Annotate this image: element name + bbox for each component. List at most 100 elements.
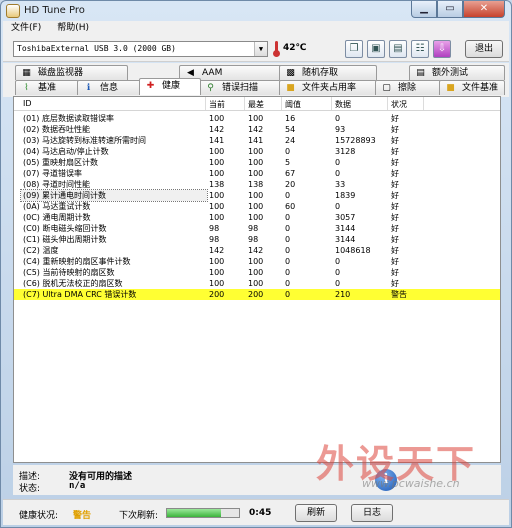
menu-file[interactable]: 文件(F)	[11, 21, 41, 36]
refresh-button[interactable]: 刷新	[295, 504, 337, 522]
cell-data: 3057	[335, 213, 356, 222]
options-icon[interactable]: ☷	[411, 40, 429, 58]
col-status-header[interactable]: 状况	[391, 99, 407, 110]
cell-current: 100	[209, 202, 225, 211]
cell-status: 好	[391, 180, 399, 189]
table-row[interactable]: (C1) 磁头伸出周期计数 98 98 0 3144 好	[14, 234, 500, 245]
tab-health[interactable]: ✚ 健康	[139, 78, 201, 95]
cell-data: 210	[335, 290, 351, 299]
status-label: 状态:	[19, 484, 41, 494]
table-row[interactable]: (05) 重映射扇区计数 100 100 5 0 好	[14, 157, 500, 168]
tab-strip: ▦ 磁盘监视器 ◀ AAM ▩ 随机存取 ▤ 额外测试 ⌇ 基准 ℹ 信息 ✚ 健康 ⚲ 错误扫…	[3, 63, 509, 97]
table-row[interactable]: (08) 寻道时间性能 138 138 20 33 好	[14, 179, 500, 190]
table-row[interactable]: (04) 马达启动/停止计数 100 100 0 3128 好	[14, 146, 500, 157]
maximize-button[interactable]: ▭	[437, 1, 463, 18]
tab-label: 文件夹占用率	[302, 83, 357, 93]
table-row[interactable]: (09) 累计通电时间计数 100 100 0 1839 好	[14, 189, 500, 202]
cell-worst: 100	[248, 114, 264, 123]
cell-data: 93	[335, 125, 346, 134]
cell-worst: 100	[248, 191, 264, 200]
cell-id: (07) 寻道错误率	[23, 169, 82, 178]
table-row[interactable]: (01) 底层数据读取错误率 100 100 16 0 好	[14, 113, 500, 124]
refresh-countdown: 0:45	[249, 508, 272, 518]
info-icon[interactable]: i	[375, 469, 397, 491]
cell-id: (0A) 马达重试计数	[23, 202, 91, 211]
cell-current: 100	[209, 147, 225, 156]
cell-data: 1048618	[335, 246, 371, 255]
cell-status: 好	[391, 125, 399, 134]
cell-id: (C0) 断电磁头缩回计数	[23, 224, 107, 233]
table-row[interactable]: (0C) 通电周期计数 100 100 0 3057 好	[14, 212, 500, 223]
cell-current: 100	[209, 268, 225, 277]
tab-file-benchmark[interactable]: ■ 文件基准	[439, 80, 505, 95]
cell-status: 好	[391, 246, 399, 255]
menu-bar: 文件(F) 帮助(H)	[3, 21, 509, 36]
table-row[interactable]: (C5) 当前待映射的扇区数 100 100 0 0 好	[14, 267, 500, 278]
cell-threshold: 0	[285, 235, 291, 244]
cell-current: 100	[209, 169, 225, 178]
cell-current: 200	[209, 290, 225, 299]
cell-data: 3144	[335, 235, 356, 244]
table-row[interactable]: (0A) 马达重试计数 100 100 60 0 好	[14, 201, 500, 212]
speaker-icon: ◀	[187, 68, 194, 78]
tab-error-scan[interactable]: ⚲ 错误扫描	[199, 80, 281, 95]
table-row[interactable]: (C4) 重新映射的扇区事件计数 100 100 0 0 好	[14, 256, 500, 267]
save-icon[interactable]: ▤	[389, 40, 407, 58]
cell-id: (C1) 磁头伸出周期计数	[23, 235, 107, 244]
minimize-button[interactable]: ▁	[411, 1, 437, 18]
cell-current: 138	[209, 180, 225, 189]
cell-worst: 100	[248, 202, 264, 211]
close-button[interactable]: ✕	[463, 1, 505, 18]
col-id-header[interactable]: ID	[23, 99, 32, 108]
tab-benchmark[interactable]: ⌇ 基准	[15, 80, 79, 95]
cell-current: 98	[209, 224, 220, 233]
copy-info-icon[interactable]: ❐	[345, 40, 363, 58]
table-row[interactable]: (C2) 温度 142 142 0 1048618 好	[14, 245, 500, 256]
cell-status: 好	[391, 213, 399, 222]
copy-screenshot-icon[interactable]: ▣	[367, 40, 385, 58]
col-current-header[interactable]: 当前	[209, 99, 225, 110]
table-row[interactable]: (C7) Ultra DMA CRC 错误计数 200 200 0 210 警告	[14, 289, 500, 300]
table-row[interactable]: (03) 马达旋转到标准转速所需时间 141 141 24 15728893 好	[14, 135, 500, 146]
tab-extra-tests[interactable]: ▤ 额外测试	[409, 65, 505, 80]
chevron-down-icon[interactable]: ▼	[254, 42, 267, 56]
cell-status: 好	[391, 169, 399, 178]
tab-erase[interactable]: ▢ 擦除	[375, 80, 441, 95]
cell-id: (C5) 当前待映射的扇区数	[23, 268, 115, 277]
menu-help[interactable]: 帮助(H)	[57, 21, 89, 36]
cell-id: (C6) 脱机无法校正的扇区数	[23, 279, 123, 288]
download-icon[interactable]: ⇩	[433, 40, 451, 58]
tab-label: AAM	[202, 68, 223, 78]
cell-status: 好	[391, 158, 399, 167]
tab-label: 随机存取	[302, 68, 339, 78]
col-data-header[interactable]: 数据	[335, 99, 351, 110]
col-worst-header[interactable]: 最差	[248, 99, 264, 110]
cell-id: (C7) Ultra DMA CRC 错误计数	[23, 290, 137, 299]
cell-current: 141	[209, 136, 225, 145]
tab-disk-monitor[interactable]: ▦ 磁盘监视器	[15, 65, 128, 80]
drive-select[interactable]: ToshibaExternal USB 3.0 (2000 GB) ▼	[13, 41, 268, 57]
table-row[interactable]: (02) 数据吞吐性能 142 142 54 93 好	[14, 124, 500, 135]
cell-threshold: 0	[285, 279, 291, 288]
cell-threshold: 24	[285, 136, 296, 145]
monitor-icon: ▦	[22, 68, 31, 78]
log-button[interactable]: 日志	[351, 504, 393, 522]
table-row[interactable]: (C6) 脱机无法校正的扇区数 100 100 0 0 好	[14, 278, 500, 289]
health-status-label: 健康状况:	[19, 511, 59, 521]
tab-folder-usage[interactable]: ■ 文件夹占用率	[279, 80, 377, 95]
table-row[interactable]: (C0) 断电磁头缩回计数 98 98 0 3144 好	[14, 223, 500, 234]
smart-table: ID 当前 最差 阈值 数据 状况 (01) 底层数据读取错误率 100 100 16…	[13, 96, 501, 463]
cell-threshold: 16	[285, 114, 296, 123]
cell-worst: 100	[248, 213, 264, 222]
col-threshold-header[interactable]: 阈值	[285, 99, 301, 110]
benchmark-icon: ⌇	[24, 83, 29, 93]
cell-status: 好	[391, 114, 399, 123]
exit-button[interactable]: 退出	[465, 40, 503, 58]
cell-threshold: 67	[285, 169, 296, 178]
table-row[interactable]: (07) 寻道错误率 100 100 67 0 好	[14, 168, 500, 179]
tab-random-access[interactable]: ▩ 随机存取	[279, 65, 377, 80]
drive-select-value: ToshibaExternal USB 3.0 (2000 GB)	[17, 44, 176, 53]
tab-info[interactable]: ℹ 信息	[77, 80, 141, 95]
app-logo-icon	[6, 4, 20, 18]
cell-id: (04) 马达启动/停止计数	[23, 147, 109, 156]
